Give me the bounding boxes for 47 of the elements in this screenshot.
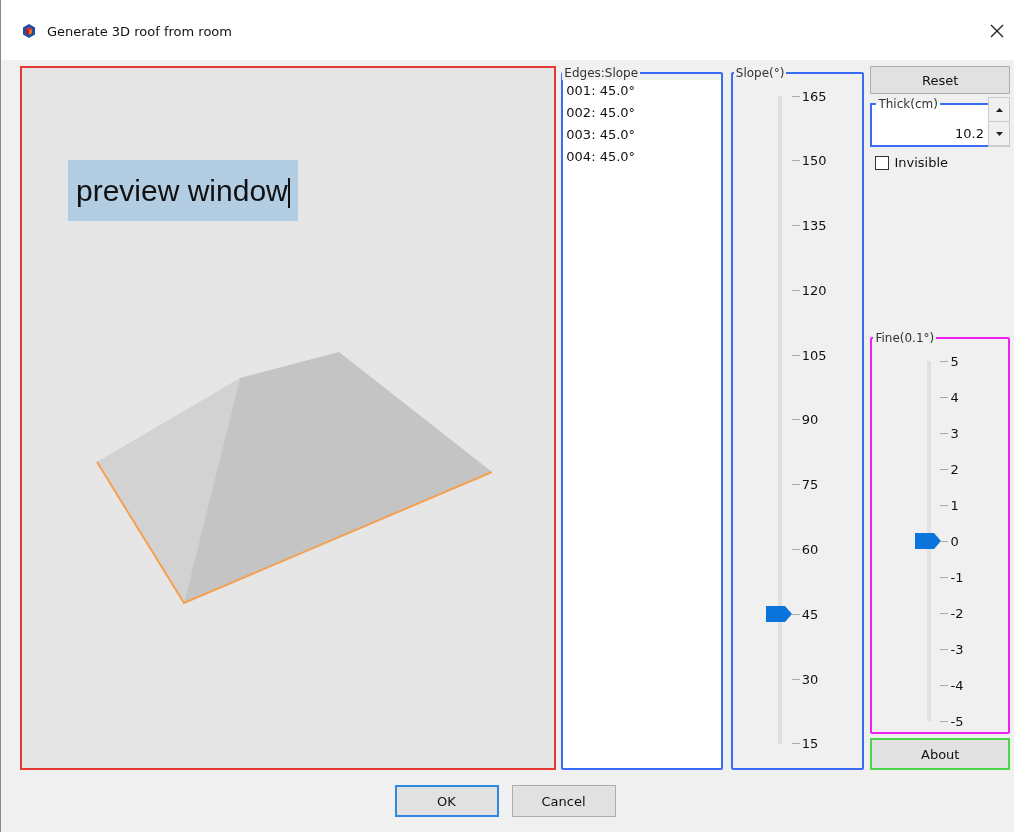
tick-label: -1 xyxy=(950,569,964,585)
group-title: Fine(0.1°) xyxy=(874,331,936,345)
tick-label: -3 xyxy=(950,641,964,657)
edge-item[interactable]: 004: 45.0° xyxy=(563,146,721,168)
thickness-field[interactable]: Thick(cm) 10.2 xyxy=(870,97,988,147)
field-label: Thick(cm) xyxy=(877,97,939,111)
field-value: 10.2 xyxy=(955,126,984,141)
preview-label: preview window xyxy=(68,160,298,221)
tick-label: 15 xyxy=(801,736,819,752)
tick-label: 105 xyxy=(801,347,827,363)
tick-label: 135 xyxy=(801,218,827,234)
group-title: Edges:Slope xyxy=(563,66,640,80)
slider-thumb[interactable] xyxy=(915,533,942,549)
up-caret-icon xyxy=(995,107,1003,112)
slider-thumb[interactable] xyxy=(765,606,792,623)
window-title: Generate 3D roof from room xyxy=(47,23,232,39)
edge-item[interactable]: 001: 45.0° xyxy=(563,80,721,102)
edge-item[interactable]: 002: 45.0° xyxy=(563,102,721,124)
tick-label: 45 xyxy=(801,606,819,622)
group-title: Slope(°) xyxy=(734,66,786,80)
app-icon xyxy=(21,23,37,39)
tick-label: 1 xyxy=(950,497,959,513)
tick-label: 0 xyxy=(950,533,959,549)
tick-label: 4 xyxy=(950,389,959,405)
tick-label: 60 xyxy=(801,542,819,558)
checkbox[interactable] xyxy=(875,155,890,170)
tick-label: 2 xyxy=(950,461,959,477)
reset-button[interactable]: Reset xyxy=(870,66,1010,94)
tick-label: -4 xyxy=(950,677,964,693)
tick-label: 120 xyxy=(801,282,827,298)
tick-label: 3 xyxy=(950,425,959,441)
tick-label: 150 xyxy=(801,153,827,169)
tick-label: 90 xyxy=(801,412,819,428)
down-caret-icon xyxy=(995,131,1003,136)
edge-item[interactable]: 003: 45.0° xyxy=(563,124,721,146)
tick-label: -2 xyxy=(950,605,964,621)
close-icon[interactable] xyxy=(990,24,1004,38)
checkbox-label: Invisible xyxy=(894,155,949,170)
ok-button[interactable]: OK xyxy=(394,785,499,817)
cancel-button[interactable]: Cancel xyxy=(511,785,616,817)
tick-label: 5 xyxy=(950,353,959,369)
tick-label: -5 xyxy=(950,713,964,729)
tick-label: 75 xyxy=(801,477,819,493)
tick-label: 30 xyxy=(801,671,819,687)
about-button[interactable]: About xyxy=(870,738,1010,770)
tick-label: 165 xyxy=(801,88,827,104)
edge-list[interactable]: 001: 45.0° 002: 45.0° 003: 45.0° 004: 45.0° xyxy=(563,80,721,768)
